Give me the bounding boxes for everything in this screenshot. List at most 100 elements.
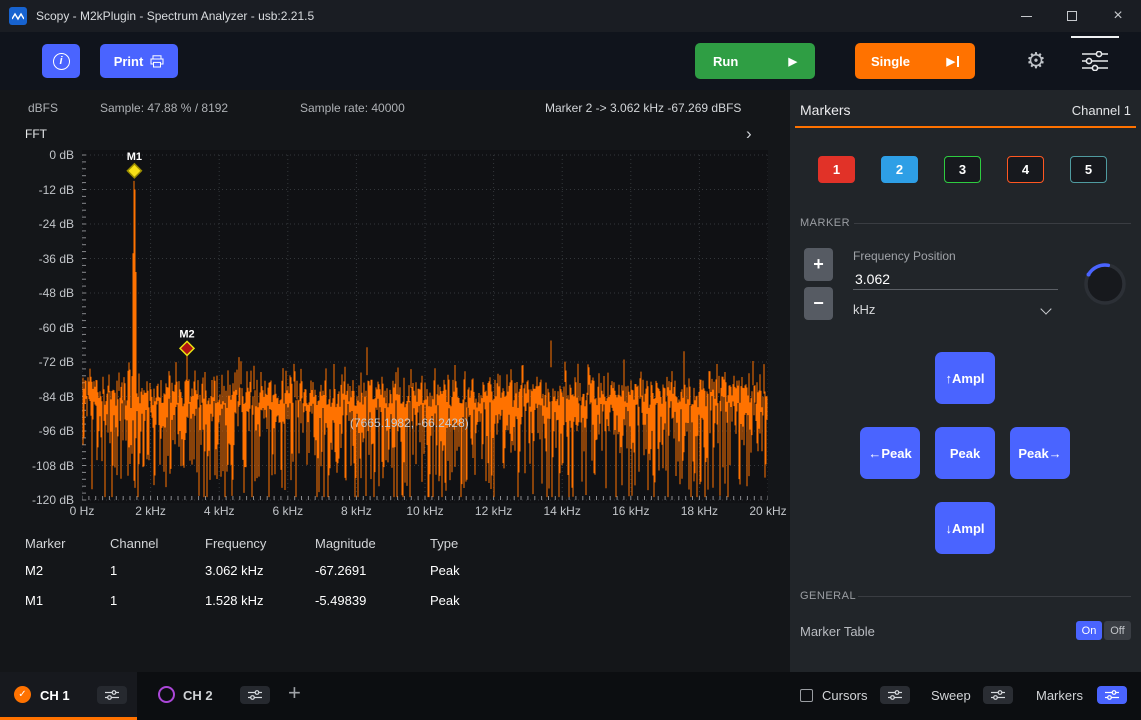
single-button[interactable]: Single ▶ xyxy=(855,43,975,79)
markers-panel: Markers Channel 1 12345 MARKER + − Frequ… xyxy=(790,90,1141,672)
close-icon: × xyxy=(1113,8,1122,24)
sample-info: Sample: 47.88 % / 8192 xyxy=(100,101,228,115)
window-title: Scopy - M2kPlugin - Spectrum Analyzer - … xyxy=(36,9,314,23)
y-axis-tick-label: -12 dB xyxy=(0,182,74,198)
y-unit-label: dBFS xyxy=(28,101,58,115)
markers-label: Markers xyxy=(1036,688,1083,703)
plot-area: dBFS Sample: 47.88 % / 8192 Sample rate:… xyxy=(0,90,790,672)
amplitude-up-button[interactable]: ↑Ampl xyxy=(935,352,995,404)
chevron-right-icon[interactable]: › xyxy=(746,124,752,144)
cursor-coordinates: (7665.1982, -66.2428) xyxy=(350,416,469,430)
x-axis-tick-label: 2 kHz xyxy=(121,504,181,518)
minimize-icon xyxy=(1021,16,1032,17)
marker-readout: Marker 2 -> 3.062 kHz -67.269 dBFS xyxy=(545,101,741,115)
marker-table-cell: Peak xyxy=(430,593,540,608)
cursors-checkbox[interactable] xyxy=(800,689,813,702)
bottom-bar: ✓ CH 1 CH 2 + Cursors Sweep Markers xyxy=(0,672,1141,720)
x-axis-tick-label: 16 kHz xyxy=(601,504,661,518)
sliders-icon xyxy=(105,690,119,700)
marker-1-button[interactable]: 1 xyxy=(818,156,855,183)
x-axis-tick-label: 8 kHz xyxy=(326,504,386,518)
marker-4-button[interactable]: 4 xyxy=(1007,156,1044,183)
marker-5-button[interactable]: 5 xyxy=(1070,156,1107,183)
panel-title: Markers xyxy=(800,102,851,118)
channel1-enabled-icon[interactable]: ✓ xyxy=(14,686,31,703)
marker-table-cell: Peak xyxy=(430,563,540,578)
app-window: Scopy - M2kPlugin - Spectrum Analyzer - … xyxy=(0,0,1141,720)
marker-table-cell: 1 xyxy=(110,563,220,578)
cursors-settings-button[interactable] xyxy=(880,686,910,704)
peak-left-button[interactable]: ←Peak xyxy=(860,427,920,479)
marker-table-cell: -5.49839 xyxy=(315,593,425,608)
chevron-down-icon xyxy=(1040,303,1051,314)
frequency-knob[interactable] xyxy=(1082,261,1128,307)
run-button-label: Run xyxy=(713,54,738,69)
x-axis-tick-label: 4 kHz xyxy=(189,504,249,518)
peak-right-button[interactable]: Peak→ xyxy=(1010,427,1070,479)
panel-channel-label: Channel 1 xyxy=(1072,103,1131,118)
marker-table-on-toggle[interactable]: On xyxy=(1076,621,1102,640)
gear-icon[interactable]: ⚙ xyxy=(1022,47,1050,75)
y-axis-tick-label: -84 dB xyxy=(0,389,74,405)
maximize-icon xyxy=(1067,11,1077,21)
marker-table-header: Frequency xyxy=(205,536,305,551)
info-button[interactable]: i xyxy=(42,44,80,78)
sample-rate: Sample rate: 40000 xyxy=(300,101,405,115)
window-controls: × xyxy=(1003,0,1141,32)
y-axis-tick-label: -72 dB xyxy=(0,354,74,370)
panel-accent-underline xyxy=(795,126,1136,128)
sweep-settings-button[interactable] xyxy=(983,686,1013,704)
section-divider xyxy=(858,596,1131,597)
frequency-increment-button[interactable]: + xyxy=(804,248,833,281)
channel1-label[interactable]: CH 1 xyxy=(40,688,70,703)
frequency-position-input[interactable] xyxy=(853,269,1058,290)
sliders-icon xyxy=(248,690,262,700)
x-axis-tick-label: 14 kHz xyxy=(532,504,592,518)
sliders-icon xyxy=(888,690,902,700)
add-channel-button[interactable]: + xyxy=(288,680,301,706)
scopy-logo-icon xyxy=(9,7,27,25)
x-axis-tick-label: 12 kHz xyxy=(464,504,524,518)
print-button-label: Print xyxy=(114,54,144,69)
play-icon: ▶ xyxy=(789,55,797,68)
print-button[interactable]: Print xyxy=(100,44,178,78)
section-divider xyxy=(854,223,1131,224)
marker-table-off-toggle[interactable]: Off xyxy=(1104,621,1131,640)
marker-2-button[interactable]: 2 xyxy=(881,156,918,183)
peak-button[interactable]: Peak xyxy=(935,427,995,479)
spectrum-plot[interactable]: M1M2 xyxy=(82,150,768,503)
y-axis-tick-label: -24 dB xyxy=(0,216,74,232)
sliders-icon xyxy=(991,690,1005,700)
cursors-label: Cursors xyxy=(822,688,868,703)
sliders-icon xyxy=(1105,690,1119,700)
marker-table-cell: 1 xyxy=(110,593,220,608)
maximize-button[interactable] xyxy=(1049,0,1095,32)
channel2-enabled-icon[interactable] xyxy=(158,686,175,703)
marker-3-button[interactable]: 3 xyxy=(944,156,981,183)
channel2-label[interactable]: CH 2 xyxy=(183,688,213,703)
marker-table-header: Magnitude xyxy=(315,536,415,551)
titlebar: Scopy - M2kPlugin - Spectrum Analyzer - … xyxy=(0,0,1141,32)
marker-section-label: MARKER xyxy=(800,217,850,229)
amplitude-down-button[interactable]: ↓Ampl xyxy=(935,502,995,554)
channel1-settings-button[interactable] xyxy=(97,686,127,704)
single-button-label: Single xyxy=(871,54,910,69)
x-axis-tick-label: 6 kHz xyxy=(258,504,318,518)
x-axis-tick-label: 0 Hz xyxy=(52,504,112,518)
info-icon: i xyxy=(53,53,70,70)
frequency-decrement-button[interactable]: − xyxy=(804,287,833,320)
y-axis-tick-label: -36 dB xyxy=(0,251,74,267)
markers-settings-button[interactable] xyxy=(1097,686,1127,704)
y-axis-tick-label: -96 dB xyxy=(0,423,74,439)
printer-icon xyxy=(150,55,164,68)
frequency-unit-select[interactable]: kHz xyxy=(853,302,1058,322)
marker-table-header: Channel xyxy=(110,536,210,551)
close-button[interactable]: × xyxy=(1095,0,1141,32)
channel2-settings-button[interactable] xyxy=(240,686,270,704)
marker-table-header: Type xyxy=(430,536,530,551)
channel-settings-toggle-button[interactable] xyxy=(1071,36,1119,84)
marker-table-cell: 3.062 kHz xyxy=(205,563,315,578)
run-button[interactable]: Run ▶ xyxy=(695,43,815,79)
y-axis-tick-label: -108 dB xyxy=(0,458,74,474)
minimize-button[interactable] xyxy=(1003,0,1049,32)
